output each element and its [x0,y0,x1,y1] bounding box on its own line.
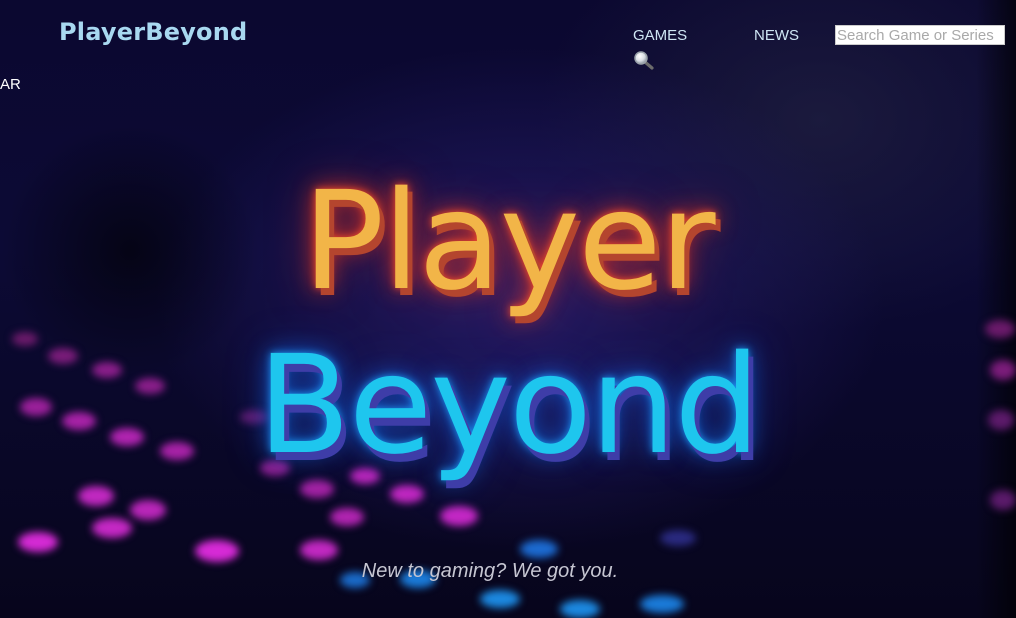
nav-games-link[interactable]: GAMES [633,27,687,44]
nav-news-link[interactable]: NEWS [754,27,799,44]
keyboard-key-glow [92,518,132,538]
keyboard-key-glow [520,540,558,558]
keyboard-key-glow [390,485,424,503]
keyboard-key-glow [300,540,338,560]
keyboard-key-glow [480,590,520,608]
hero-tagline: New to gaming? We got you. [361,560,619,582]
keyboard-key-glow [560,600,600,618]
keyboard-key-glow [18,532,58,552]
keyboard-key-glow [195,540,239,562]
page: PlayerBeyond GAMES NEWS AR Player Beyond… [0,0,1016,618]
site-logo[interactable]: PlayerBeyond [59,18,247,46]
keyboard-key-glow [660,530,696,546]
magnifying-glass-icon[interactable] [633,50,655,70]
keyboard-key-glow [640,595,684,613]
keyboard-key-glow [130,500,166,520]
nav-overflow-link[interactable]: AR [0,76,21,93]
search-input[interactable] [835,25,1005,45]
keyboard-key-glow [440,506,478,526]
keyboard-key-glow [78,486,114,506]
keyboard-key-glow [990,490,1016,510]
hero-title-beyond: Beyond [257,327,760,485]
keyboard-key-glow [330,508,364,526]
hero-title-player: Player [302,163,715,321]
